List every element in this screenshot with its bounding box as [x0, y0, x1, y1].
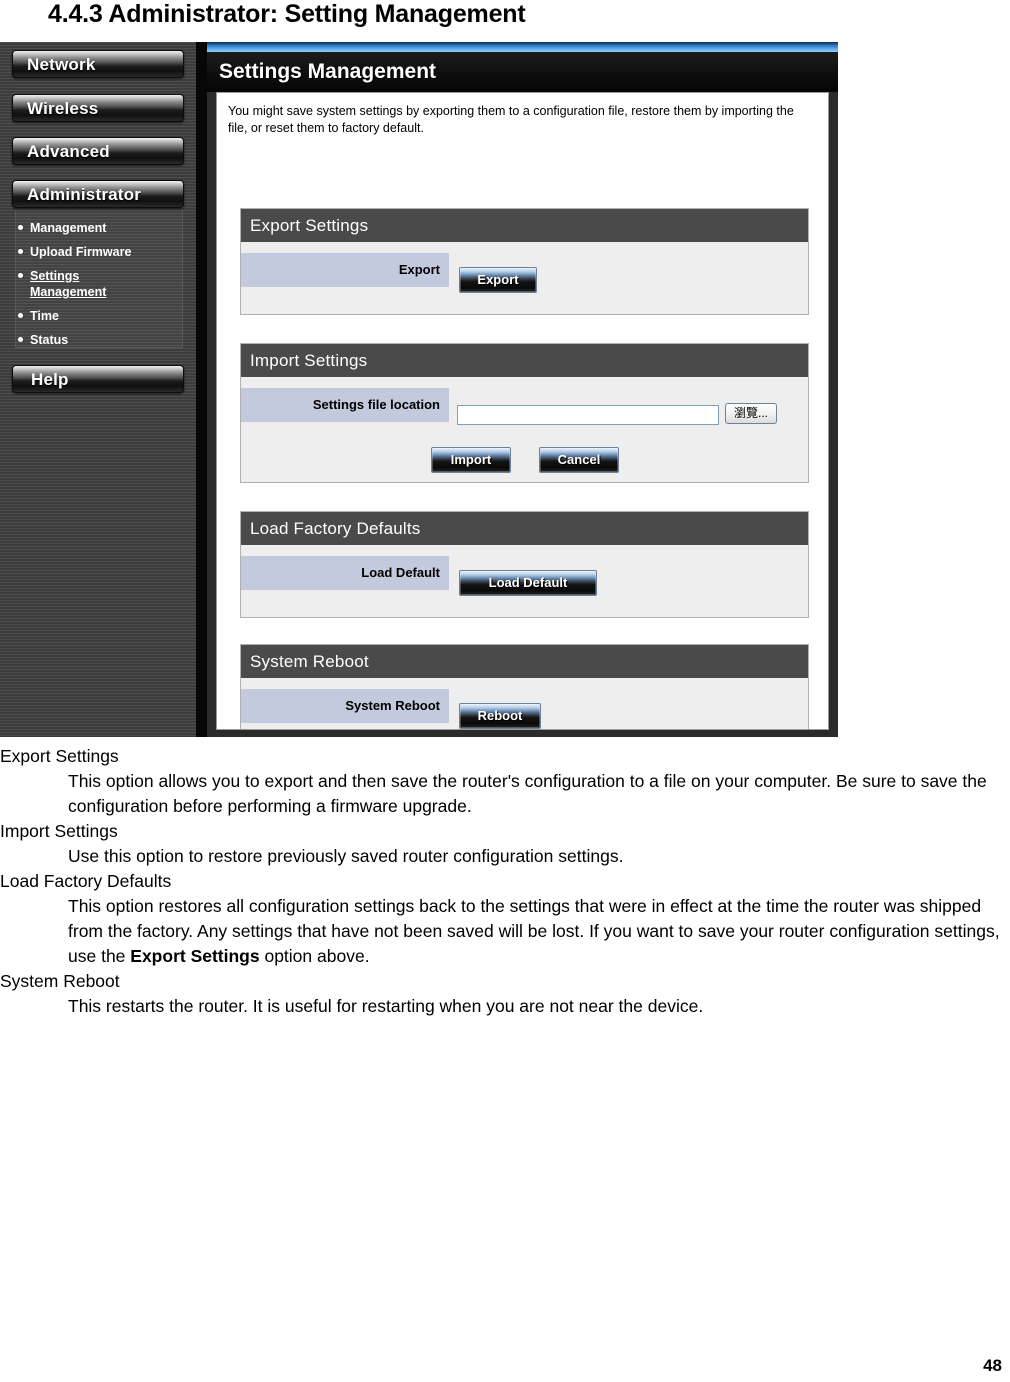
section-load-factory-defaults: Load Factory Defaults Load Default Load … — [240, 511, 809, 618]
submenu-item-label: Settings Management — [30, 269, 107, 299]
panel-title: Settings Management — [207, 52, 838, 92]
bullet-icon — [18, 225, 23, 230]
panel-body: You might save system settings by export… — [216, 92, 829, 730]
definition-export-settings: This option allows you to export and the… — [68, 771, 987, 816]
section-body-reboot: System Reboot Reboot — [241, 678, 808, 729]
reboot-field-row: System Reboot Reboot — [241, 689, 808, 729]
page-number: 48 — [983, 1356, 1002, 1375]
section-export-settings: Export Settings Export Export — [240, 208, 809, 315]
import-button[interactable]: Import — [431, 447, 511, 473]
router-ui-screenshot: Network Wireless Advanced Administrator … — [0, 42, 838, 737]
term-load-factory-defaults: Load Factory Defaults — [0, 871, 172, 891]
panel-intro-text: You might save system settings by export… — [228, 104, 794, 135]
bullet-icon — [18, 249, 23, 254]
sidebar-item-wireless[interactable]: Wireless — [12, 94, 184, 122]
reboot-button[interactable]: Reboot — [459, 703, 541, 729]
content-panel: Settings Management You might save syste… — [207, 42, 838, 737]
sidebar-item-advanced[interactable]: Advanced — [12, 137, 184, 165]
load-default-button[interactable]: Load Default — [459, 570, 597, 596]
sidebar-item-network[interactable]: Network — [12, 50, 184, 78]
definition-load-factory-defaults: This option restores all configuration s… — [0, 894, 1010, 969]
term-import-settings: Import Settings — [0, 821, 118, 841]
bullet-icon — [18, 337, 23, 342]
section-body-import: Settings file location 瀏覽... Import Canc… — [241, 377, 808, 482]
sidebar-nav: Network Wireless Advanced Administrator … — [0, 42, 196, 737]
export-field-row: Export Export — [241, 253, 808, 293]
submenu-item-label: Management — [30, 221, 107, 235]
bullet-icon — [18, 313, 23, 318]
definition-text-after: option above. — [259, 946, 370, 966]
section-import-settings: Import Settings Settings file location 瀏… — [240, 343, 809, 483]
panel-accent-bar — [207, 42, 838, 52]
submenu-item-management[interactable]: Management — [18, 220, 107, 236]
system-reboot-label: System Reboot — [241, 689, 449, 723]
submenu-item-label: Status — [30, 333, 69, 347]
term-export-settings: Export Settings — [0, 746, 119, 766]
section-body-export: Export Export — [241, 242, 808, 314]
definition-bold-term: Export Settings — [130, 946, 260, 966]
cancel-button[interactable]: Cancel — [539, 447, 619, 473]
submenu-item-label: Upload Firmware — [30, 245, 132, 259]
load-default-label: Load Default — [241, 556, 449, 590]
settings-file-location-label: Settings file location — [241, 388, 449, 422]
sidebar-item-administrator[interactable]: Administrator — [12, 180, 184, 208]
sidebar-item-help[interactable]: Help — [12, 365, 184, 393]
bullet-icon — [18, 273, 23, 278]
sidebar-divider — [196, 42, 207, 737]
description-list: Export Settings This option allows you t… — [0, 744, 1010, 1019]
export-button[interactable]: Export — [459, 267, 537, 293]
export-field-label: Export — [241, 253, 449, 287]
submenu-item-label: Time — [30, 309, 59, 323]
term-system-reboot: System Reboot — [0, 971, 120, 991]
browse-button[interactable]: 瀏覽... — [725, 403, 777, 424]
section-system-reboot: System Reboot System Reboot Reboot — [240, 644, 809, 729]
import-field-row: Settings file location 瀏覽... Import Canc… — [241, 388, 808, 473]
submenu-item-settings-management[interactable]: Settings Management — [18, 268, 130, 300]
settings-file-location-input[interactable] — [457, 405, 719, 425]
section-header-import: Import Settings — [241, 344, 808, 377]
defaults-field-row: Load Default Load Default — [241, 556, 808, 596]
submenu-item-time[interactable]: Time — [18, 308, 59, 324]
section-header-defaults: Load Factory Defaults — [241, 512, 808, 545]
submenu-item-status[interactable]: Status — [18, 332, 69, 348]
administrator-submenu: Management Upload Firmware Settings Mana… — [15, 210, 183, 348]
submenu-item-upload-firmware[interactable]: Upload Firmware — [18, 244, 132, 260]
section-body-defaults: Load Default Load Default — [241, 545, 808, 617]
page-title: 4.4.3 Administrator: Setting Management — [48, 0, 526, 28]
section-header-export: Export Settings — [241, 209, 808, 242]
definition-system-reboot: This restarts the router. It is useful f… — [68, 996, 704, 1016]
definition-import-settings: Use this option to restore previously sa… — [68, 846, 624, 866]
section-header-reboot: System Reboot — [241, 645, 808, 678]
